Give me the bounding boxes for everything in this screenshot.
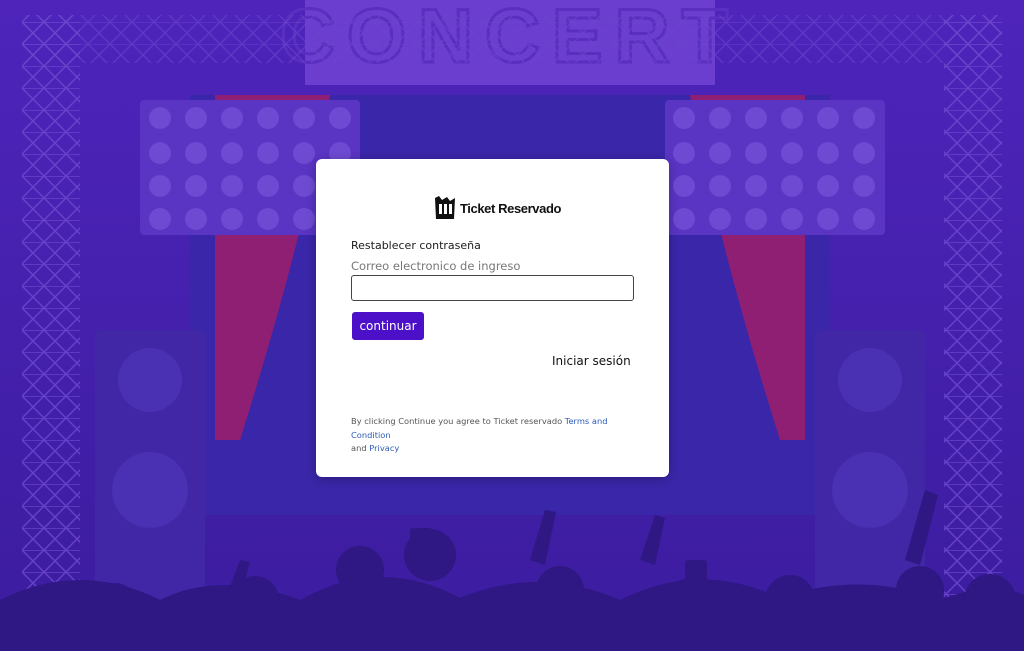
logo-text: Ticket Reservado — [460, 200, 562, 216]
page-title: Restablecer contraseña — [351, 239, 481, 252]
legal-middle: and — [351, 443, 370, 453]
logo: Ticket Reservado — [433, 195, 561, 221]
ticket-icon — [435, 196, 455, 219]
email-field[interactable] — [351, 275, 634, 301]
login-link[interactable]: Iniciar sesión — [552, 354, 631, 368]
reset-password-card: Ticket Reservado Restablecer contraseña … — [316, 159, 669, 477]
continue-button[interactable]: continuar — [352, 312, 424, 340]
legal-prefix: By clicking Continue you agree to Ticket… — [351, 416, 565, 426]
email-label: Correo electronico de ingreso — [351, 259, 521, 273]
privacy-link[interactable]: Privacy — [369, 443, 399, 453]
legal-notice: By clicking Continue you agree to Ticket… — [351, 415, 641, 456]
